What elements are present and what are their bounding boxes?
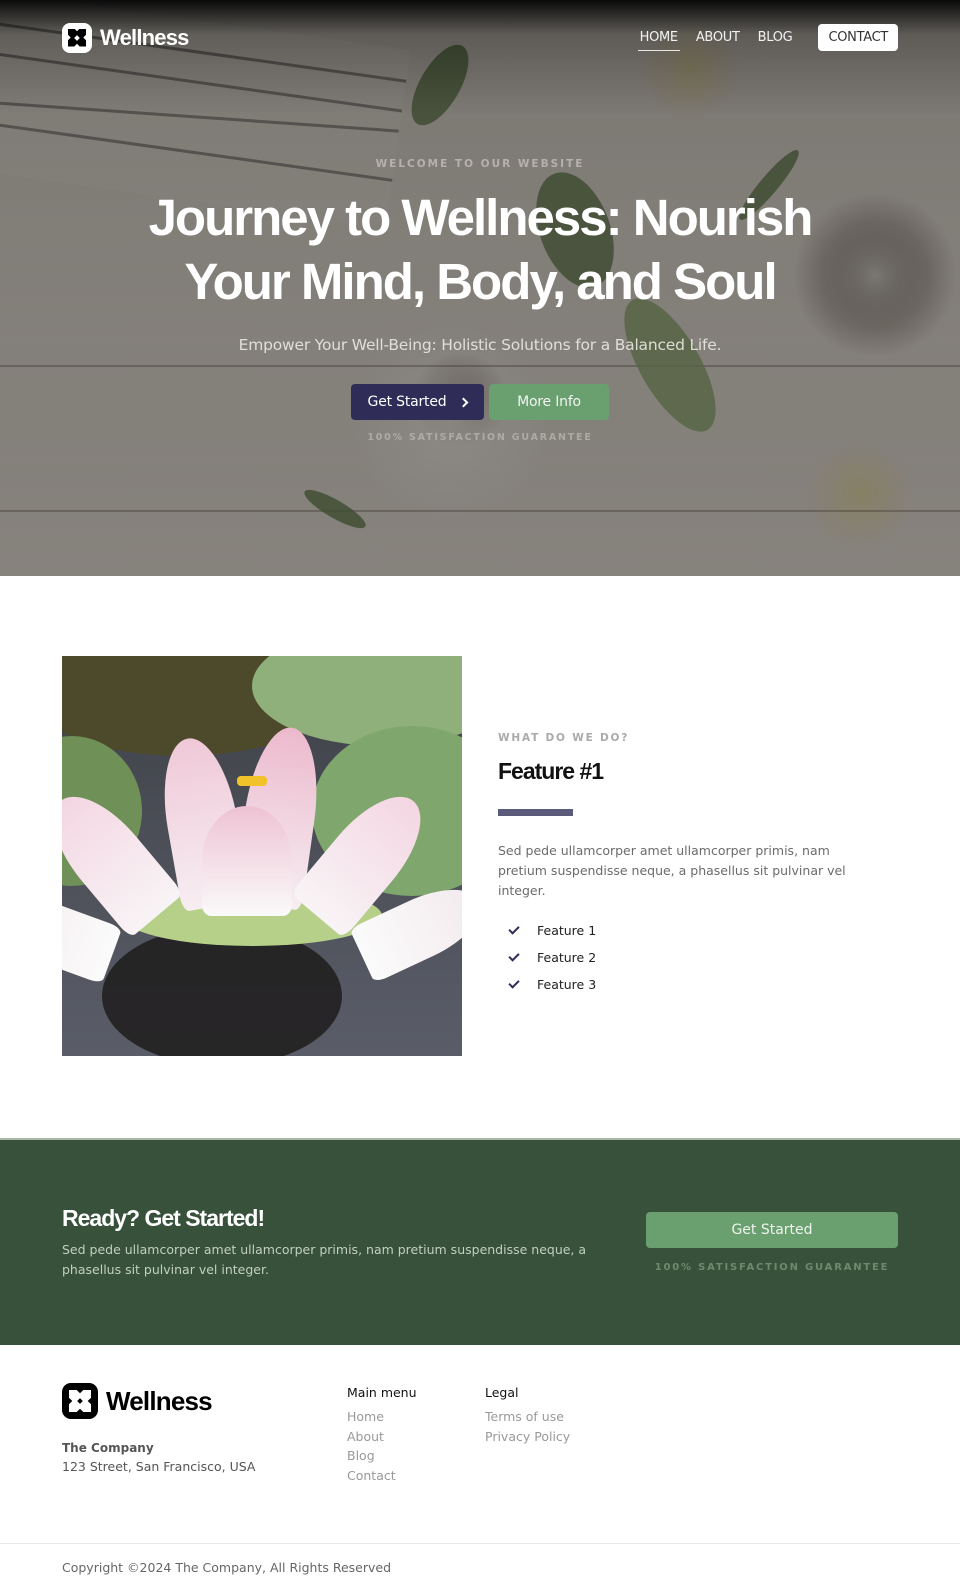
contact-button[interactable]: CONTACT [818,24,898,51]
hero-buttons: Get Started More Info [0,384,960,420]
hero-guarantee: 100% SATISFACTION GUARANTEE [367,432,593,443]
feature-title: Feature #1 [498,758,604,784]
nav-link-blog[interactable]: BLOG [756,24,795,51]
get-started-button[interactable]: Get Started [351,384,484,420]
footer-column-title: Legal [485,1385,519,1400]
check-icon [508,922,520,935]
footer-logo[interactable]: Wellness [62,1383,347,1419]
feature-list: Feature 1 Feature 2 Feature 3 [498,917,898,998]
stamen-detail [237,776,267,786]
flower-logo-icon [62,22,92,53]
feature-item-label: Feature 3 [537,977,597,992]
company-address: 123 Street, San Francisco, USA [62,1459,256,1474]
hero-eyebrow: WELCOME TO OUR WEBSITE [375,158,585,170]
cta-description: Sed pede ullamcorper amet ullamcorper pr… [62,1242,587,1277]
get-started-label: Get Started [367,394,447,410]
footer-link-home[interactable]: Home [347,1409,485,1425]
feature-eyebrow: WHAT DO WE DO? [498,732,630,744]
footer-link-privacy[interactable]: Privacy Policy [485,1429,623,1445]
cta-section: Ready? Get Started! Sed pede ullamcorper… [0,1138,960,1345]
feature-list-item: Feature 3 [498,971,898,998]
company-name: The Company [62,1441,154,1455]
footer-column-legal: Legal Terms of use Privacy Policy [485,1383,623,1543]
nav-links: HOME ABOUT BLOG CONTACT [637,24,898,51]
hero-section: Wellness HOME ABOUT BLOG CONTACT WELCOME… [0,0,960,576]
footer-link-about[interactable]: About [347,1429,485,1445]
chevron-right-icon [459,397,469,407]
feature-section: WHAT DO WE DO? Feature #1 Sed pede ullam… [0,576,960,1138]
hero-title: Journey to Wellness: Nourish Your Mind, … [148,189,814,310]
footer-link-contact[interactable]: Contact [347,1468,485,1484]
footer-link-blog[interactable]: Blog [347,1448,485,1464]
more-info-button[interactable]: More Info [489,384,609,420]
cta-title: Ready? Get Started! [62,1205,265,1231]
brand-logo[interactable]: Wellness [62,22,189,53]
feature-item-label: Feature 1 [537,923,597,938]
check-icon [508,976,520,989]
brand-name: Wellness [100,24,189,50]
footer-link-terms[interactable]: Terms of use [485,1409,623,1425]
footer-brand: Wellness The Company 123 Street, San Fra… [62,1383,347,1543]
footer-column-main-menu: Main menu Home About Blog Contact [347,1383,485,1543]
feature-list-item: Feature 2 [498,944,898,971]
footer-column-title: Main menu [347,1385,417,1400]
cta-guarantee: 100% SATISFACTION GUARANTEE [654,1262,890,1273]
feature-text: WHAT DO WE DO? Feature #1 Sed pede ullam… [498,656,898,1058]
feature-item-label: Feature 2 [537,950,597,965]
cta-text: Ready? Get Started! Sed pede ullamcorper… [62,1205,612,1280]
cta-actions: Get Started 100% SATISFACTION GUARANTEE [646,1212,898,1273]
top-navigation: Wellness HOME ABOUT BLOG CONTACT [0,0,960,75]
footer-brand-name: Wellness [106,1385,213,1416]
hero-subtitle: Empower Your Well-Being: Holistic Soluti… [238,336,722,354]
nav-link-home[interactable]: HOME [637,24,680,51]
footer-main: Wellness The Company 123 Street, San Fra… [0,1345,960,1543]
feature-description: Sed pede ullamcorper amet ullamcorper pr… [498,843,846,898]
hero-content: WELCOME TO OUR WEBSITE Journey to Wellne… [0,158,960,443]
nav-link-about[interactable]: ABOUT [694,24,742,51]
copyright: Copyright ©2024 The Company, All Rights … [0,1543,960,1592]
footer: Wellness The Company 123 Street, San Fra… [0,1345,960,1592]
feature-divider-bar [498,809,573,816]
flower-logo-icon [62,1383,98,1419]
feature-list-item: Feature 1 [498,917,898,944]
check-icon [508,949,520,962]
cta-get-started-button[interactable]: Get Started [646,1212,898,1248]
water-lily-image [62,656,462,1056]
